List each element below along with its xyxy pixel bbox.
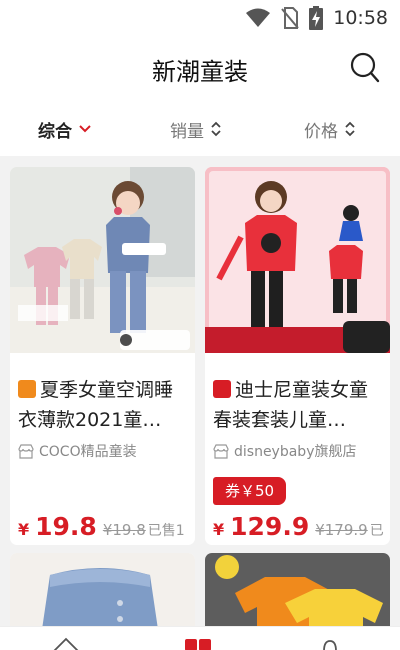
shop-icon bbox=[18, 443, 34, 459]
sort-tab-label: 销量 bbox=[170, 121, 204, 142]
sort-tab-price[interactable]: 价格 bbox=[304, 116, 356, 142]
status-icons: 10:58 bbox=[245, 6, 388, 30]
shop-name: COCO精品童装 bbox=[39, 444, 137, 460]
no-sim-icon bbox=[281, 7, 299, 29]
tmall-icon bbox=[213, 380, 231, 398]
product-photo-disney-set bbox=[205, 167, 390, 353]
price-currency: ¥ bbox=[18, 520, 30, 539]
bottom-nav bbox=[0, 626, 400, 650]
price-currency: ¥ bbox=[213, 520, 225, 539]
sort-bar: 综合 销量 价格 bbox=[0, 102, 400, 156]
search-icon bbox=[350, 52, 380, 83]
product-image[interactable] bbox=[205, 167, 390, 353]
sort-tab-label: 综合 bbox=[38, 121, 72, 142]
sold-count: 已 bbox=[369, 523, 384, 539]
title-bar: 新潮童装 bbox=[0, 36, 400, 102]
product-card[interactable]: 夏季女童空调睡衣薄款2021童… COCO精品童装 ¥19.8 ¥19.8 已售… bbox=[10, 167, 195, 545]
price-row: ¥129.9 ¥179.9 已 bbox=[213, 512, 384, 541]
search-button[interactable] bbox=[350, 52, 380, 84]
taobao-icon bbox=[18, 380, 36, 398]
product-grid: 夏季女童空调睡衣薄款2021童… COCO精品童装 ¥19.8 ¥19.8 已售… bbox=[0, 156, 400, 626]
price: 129.9 bbox=[230, 512, 310, 541]
product-card[interactable] bbox=[10, 553, 195, 626]
shop-row[interactable]: disneybaby旗舰店 bbox=[213, 440, 356, 462]
battery-charging-icon bbox=[309, 6, 324, 30]
shop-name: disneybaby旗舰店 bbox=[234, 444, 357, 460]
sort-tab-comprehensive[interactable]: 综合 bbox=[38, 116, 92, 142]
sort-tab-label: 价格 bbox=[304, 121, 338, 142]
product-image[interactable] bbox=[10, 167, 195, 353]
original-price: ¥19.8 bbox=[102, 521, 146, 539]
product-name[interactable]: 迪士尼童装女童春装套装儿童… bbox=[213, 375, 385, 435]
price-row: ¥19.8 ¥19.8 已售1 bbox=[18, 512, 185, 541]
product-card[interactable] bbox=[205, 553, 390, 626]
status-bar: 10:58 bbox=[0, 0, 400, 36]
original-price: ¥179.9 bbox=[315, 521, 368, 539]
home-icon[interactable] bbox=[52, 637, 80, 650]
profile-icon[interactable] bbox=[320, 637, 340, 650]
sort-tab-sales[interactable]: 销量 bbox=[170, 116, 222, 142]
category-icon[interactable] bbox=[184, 637, 212, 650]
product-photo-tshirts bbox=[205, 553, 390, 626]
coupon-badge[interactable]: 券￥50 bbox=[213, 477, 287, 505]
page-title: 新潮童装 bbox=[152, 58, 248, 86]
product-card[interactable]: 迪士尼童装女童春装套装儿童… disneybaby旗舰店 券￥50 ¥129.9… bbox=[205, 167, 390, 545]
price: 19.8 bbox=[35, 512, 97, 541]
chevron-down-icon bbox=[79, 125, 91, 133]
shop-icon bbox=[213, 443, 229, 459]
wifi-icon bbox=[246, 8, 271, 27]
sort-arrows-icon bbox=[345, 121, 355, 137]
product-name[interactable]: 夏季女童空调睡衣薄款2021童… bbox=[18, 375, 190, 435]
shop-row[interactable]: COCO精品童装 bbox=[18, 440, 137, 462]
status-time: 10:58 bbox=[333, 7, 388, 29]
product-photo-pajamas bbox=[10, 167, 195, 353]
product-photo-jeans bbox=[10, 553, 195, 626]
sort-arrows-icon bbox=[211, 121, 221, 137]
sold-count: 已售1 bbox=[147, 523, 185, 539]
